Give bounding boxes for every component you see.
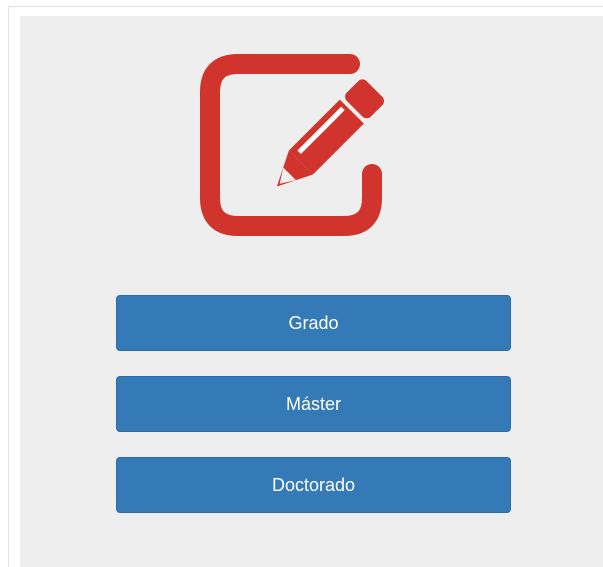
doctorado-button[interactable]: Doctorado bbox=[116, 457, 511, 513]
edit-icon bbox=[200, 54, 384, 236]
master-button[interactable]: Máster bbox=[116, 376, 511, 432]
grado-button[interactable]: Grado bbox=[116, 295, 511, 351]
